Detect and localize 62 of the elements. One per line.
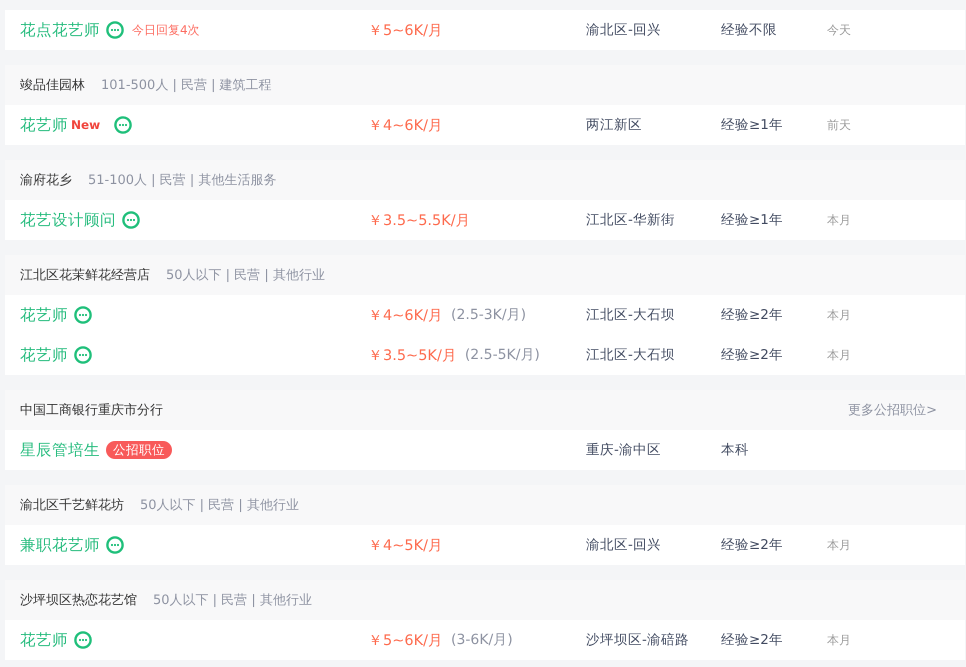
experience-requirement: 经验≥2年 xyxy=(721,347,783,363)
company-info: 50人以下 | 民营 | 其他行业 xyxy=(153,592,312,609)
job-row[interactable]: 花艺师 ￥3.5~5K/月 (2.5-5K/月) 江北区-大石坝 经验≥2年 本月 xyxy=(5,335,965,375)
job-location: 两江新区 xyxy=(586,117,642,133)
salary: ￥3.5~5.5K/月 xyxy=(368,212,471,230)
job-row[interactable]: 花点花艺师 今日回复4次 ￥5~6K/月 渝北区-回兴 经验不限 今天 xyxy=(5,10,965,50)
post-date: 本月 xyxy=(827,348,851,362)
company-name[interactable]: 中国工商银行重庆市分行 xyxy=(20,401,163,419)
company-info: 50人以下 | 民营 | 其他行业 xyxy=(166,267,325,284)
salary: ￥4~6K/月 xyxy=(368,116,443,134)
job-location: 沙坪坝区-渝碚路 xyxy=(586,632,689,648)
reply-count: 今日回复4次 xyxy=(132,22,200,38)
experience-requirement: 本科 xyxy=(721,442,749,458)
job-row[interactable]: 花艺师 New ￥4~6K/月 两江新区 经验≥1年 前天 xyxy=(5,105,965,145)
experience-requirement: 经验≥1年 xyxy=(721,212,783,228)
salary: ￥4~5K/月 xyxy=(368,536,443,554)
company-name[interactable]: 沙坪坝区热恋花艺馆 xyxy=(20,591,137,609)
job-row[interactable]: 花艺师 ￥4~6K/月 (2.5-3K/月) 江北区-大石坝 经验≥2年 本月 xyxy=(5,295,965,335)
company-name[interactable]: 渝府花乡 xyxy=(20,171,72,189)
salary-range: (3-6K/月) xyxy=(451,631,513,649)
chat-icon[interactable] xyxy=(74,346,92,364)
chat-icon[interactable] xyxy=(74,306,92,324)
experience-requirement: 经验≥1年 xyxy=(721,117,783,133)
post-date: 本月 xyxy=(827,538,851,552)
job-row[interactable]: 花艺师 ￥5~6K/月 (3-6K/月) 沙坪坝区-渝碚路 经验≥2年 本月 xyxy=(5,620,965,660)
job-row[interactable]: 星辰管培生 公招职位 重庆-渝中区 本科 xyxy=(5,430,965,470)
chat-icon[interactable] xyxy=(106,536,124,554)
company-info: 51-100人 | 民营 | 其他生活服务 xyxy=(88,172,276,189)
job-location: 渝北区-回兴 xyxy=(586,537,661,553)
post-date: 今天 xyxy=(827,22,851,36)
salary: ￥5~6K/月 xyxy=(368,632,443,650)
job-row[interactable]: 花艺设计顾问 ￥3.5~5.5K/月 江北区-华新街 经验≥1年 本月 xyxy=(5,200,965,240)
company-name[interactable]: 渝北区千艺鲜花坊 xyxy=(20,496,124,514)
salary-range: (2.5-3K/月) xyxy=(451,306,526,324)
salary: ￥3.5~5K/月 xyxy=(368,346,457,364)
experience-requirement: 经验≥2年 xyxy=(721,632,783,648)
chat-icon[interactable] xyxy=(106,21,124,39)
new-tag: New xyxy=(71,118,100,132)
job-location: 江北区-大石坝 xyxy=(586,307,675,323)
experience-requirement: 经验不限 xyxy=(721,22,777,38)
chat-icon[interactable] xyxy=(74,631,92,649)
job-location: 重庆-渝中区 xyxy=(586,442,661,458)
experience-requirement: 经验≥2年 xyxy=(721,307,783,323)
job-row[interactable]: 兼职花艺师 ￥4~5K/月 渝北区-回兴 经验≥2年 本月 xyxy=(5,525,965,565)
company-info: 50人以下 | 民营 | 其他行业 xyxy=(140,497,299,514)
salary-range: (2.5-5K/月) xyxy=(464,346,540,364)
post-date: 本月 xyxy=(827,632,851,646)
post-date: 本月 xyxy=(827,308,851,322)
job-location: 江北区-大石坝 xyxy=(586,347,675,363)
public-job-badge: 公招职位 xyxy=(106,441,172,459)
salary: ￥4~6K/月 xyxy=(368,306,443,324)
experience-requirement: 经验≥2年 xyxy=(721,537,783,553)
company-name[interactable]: 江北区花茉鲜花经营店 xyxy=(20,266,150,284)
job-location: 江北区-华新街 xyxy=(586,212,675,228)
chat-icon[interactable] xyxy=(122,211,140,229)
company-info: 101-500人 | 民营 | 建筑工程 xyxy=(101,77,272,94)
job-location: 渝北区-回兴 xyxy=(586,22,661,38)
company-name[interactable]: 竣品佳园林 xyxy=(20,76,85,94)
post-date: 前天 xyxy=(827,118,851,132)
post-date: 本月 xyxy=(827,212,851,226)
salary: ￥5~6K/月 xyxy=(368,22,443,40)
chat-icon[interactable] xyxy=(114,116,132,134)
